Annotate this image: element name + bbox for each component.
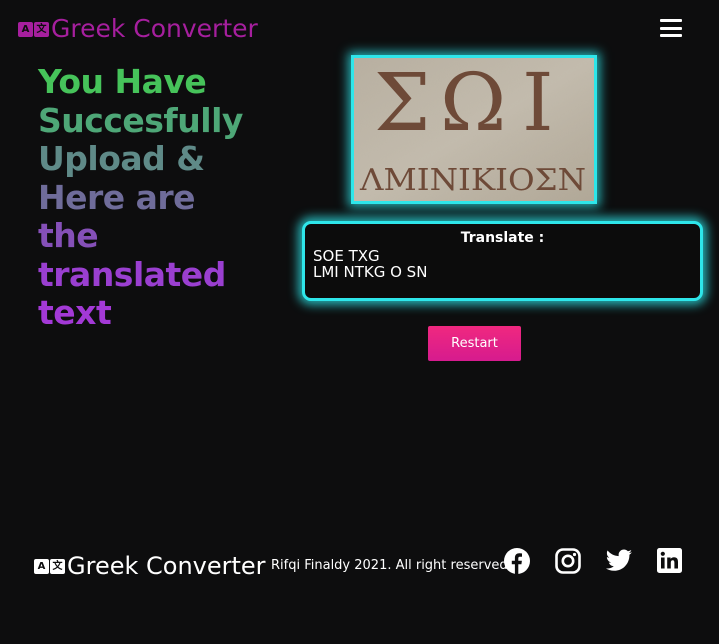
twitter-icon[interactable]: [605, 548, 633, 574]
uploaded-image: Σ Ω Ι ΛΜΙΝΙΚΙΟΣΝ: [351, 55, 597, 204]
hero-line: Succesfully: [38, 100, 243, 140]
hero-line: text: [38, 293, 112, 332]
hero-line: Here are: [38, 177, 196, 217]
logo-glyph-a: A: [18, 21, 33, 37]
logo-glyph-wen: 文: [34, 21, 49, 37]
copyright-text: Rifqi Finaldy 2021. All right reserved: [271, 558, 508, 573]
inscription-glyph: Ω: [440, 58, 506, 149]
hero-line: Upload &: [38, 139, 205, 178]
brand-title: Greek Converter: [51, 14, 258, 43]
inscription-glyph: Σ: [374, 58, 431, 149]
hero-line: You Have: [38, 62, 207, 101]
logo-glyph-wen: 文: [50, 558, 65, 574]
instagram-icon[interactable]: [555, 548, 581, 574]
hero-line: translated: [38, 254, 226, 294]
translate-logo-icon: A 文: [34, 558, 65, 574]
translation-box: Translate : SOE TXG LMI NTKG O SN: [302, 221, 703, 301]
facebook-icon[interactable]: [504, 548, 530, 574]
hero-line: the: [38, 216, 99, 255]
brand[interactable]: A 文 Greek Converter: [18, 14, 258, 44]
hamburger-menu-icon[interactable]: [660, 19, 682, 37]
translate-label: Translate :: [460, 230, 545, 246]
translate-logo-icon: A 文: [18, 21, 49, 37]
translated-text: SOE TXG LMI NTKG O SN: [313, 247, 428, 281]
restart-button[interactable]: Restart: [428, 326, 521, 361]
inscription-glyph: Ι: [522, 58, 554, 149]
inscription-text: ΛΜΙΝΙΚΙΟΣΝ: [359, 163, 586, 198]
hero-heading: You Have Succesfully Upload & Here are t…: [38, 62, 288, 333]
logo-glyph-a: A: [34, 558, 49, 574]
footer-brand-title: Greek Converter: [67, 552, 266, 580]
top-navbar: A 文 Greek Converter: [0, 0, 719, 60]
linkedin-icon[interactable]: [657, 548, 682, 573]
greek-inscription-photo: Σ Ω Ι ΛΜΙΝΙΚΙΟΣΝ: [354, 58, 594, 201]
footer-brand[interactable]: A 文 Greek Converter: [34, 551, 266, 581]
